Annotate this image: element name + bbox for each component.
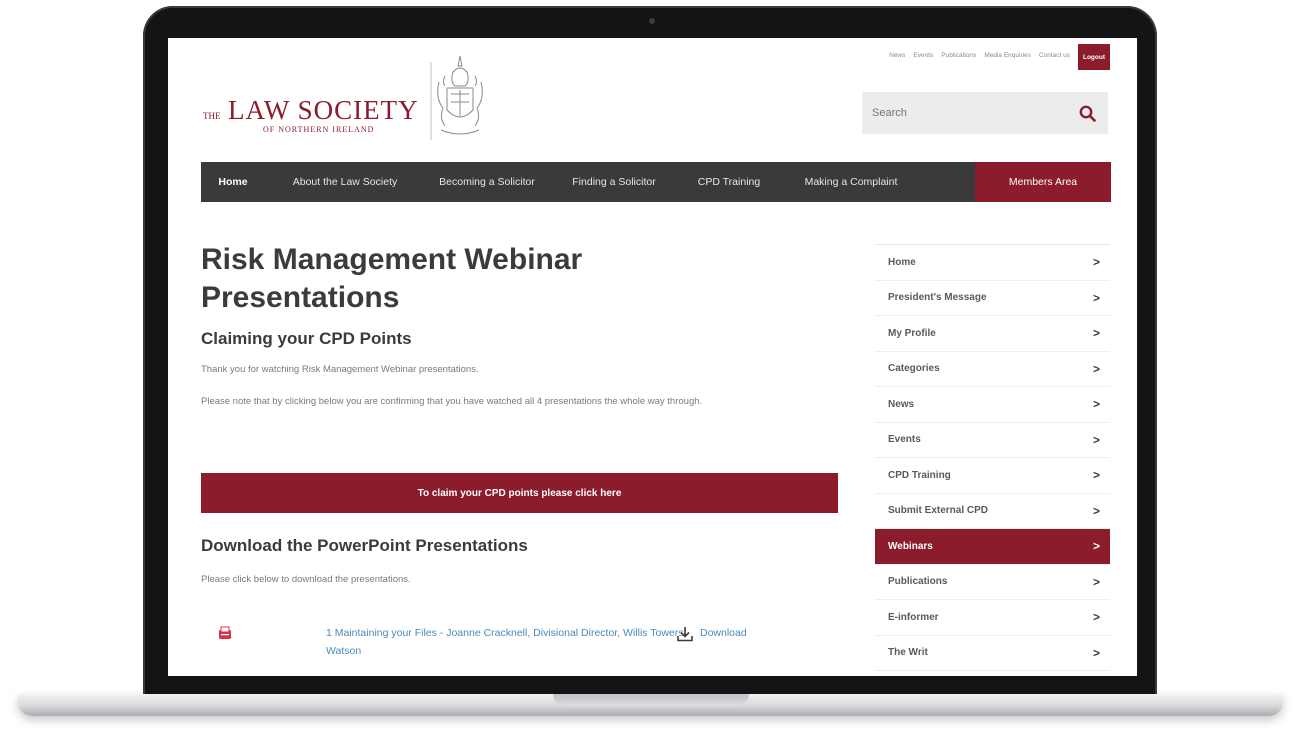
logout-button[interactable]: Logout	[1078, 44, 1110, 70]
search-box	[862, 92, 1108, 134]
main-nav: Home About the Law Society Becoming a So…	[201, 162, 1111, 202]
utility-link-media[interactable]: Media Enquiries	[984, 52, 1031, 59]
chevron-right-icon: >	[1092, 397, 1100, 412]
nav-making-complaint[interactable]: Making a Complaint	[779, 162, 923, 202]
sidebar-item-label: The Writ	[888, 647, 928, 659]
browser-screen: News Events Publications Media Enquiries…	[168, 38, 1137, 676]
sidebar-item-news[interactable]: News >	[875, 387, 1110, 423]
chevron-right-icon: >	[1092, 290, 1100, 305]
download-icon[interactable]	[676, 626, 694, 642]
logo-the: THE	[203, 111, 221, 121]
search-button[interactable]	[1066, 92, 1108, 134]
download-heading: Download the PowerPoint Presentations	[201, 536, 528, 555]
claim-cpd-button[interactable]: To claim your CPD points please click he…	[201, 473, 838, 513]
site-logo[interactable]: THE LAW SOCIETY OF NORTHERN IRELAND	[203, 95, 443, 145]
sidebar-item-label: E-informer	[888, 611, 939, 623]
sidebar-item-cpd-training[interactable]: CPD Training >	[875, 458, 1110, 494]
sidebar-item-events[interactable]: Events >	[875, 423, 1110, 458]
sidebar-item-submit-external-cpd[interactable]: Submit External CPD >	[875, 494, 1110, 529]
sidebar-item-the-writ[interactable]: The Writ >	[875, 636, 1110, 671]
chevron-right-icon: >	[1092, 503, 1100, 518]
sidebar-item-label: Home	[888, 256, 916, 268]
sidebar-item-label: My Profile	[888, 327, 936, 339]
page-title: Risk Management Webinar Presentations	[201, 243, 583, 314]
nav-home[interactable]: Home	[201, 162, 265, 202]
sidebar-item-presidents-message[interactable]: President's Message >	[875, 281, 1110, 316]
file-link[interactable]: 1 Maintaining your Files - Joanne Crackn…	[326, 624, 686, 660]
sidebar-item-label: President's Message	[888, 292, 987, 304]
sidebar-item-label: Events	[888, 434, 921, 446]
camera-dot	[649, 18, 655, 24]
search-input[interactable]	[862, 92, 1062, 134]
sidebar-item-my-profile[interactable]: My Profile >	[875, 316, 1110, 352]
logo-main: LAW SOCIETY	[228, 95, 419, 125]
nav-becoming-solicitor[interactable]: Becoming a Solicitor	[425, 162, 549, 202]
sidebar-item-label: CPD Training	[888, 469, 951, 481]
sidebar-item-label: News	[888, 398, 915, 410]
note-text: Please note that by clicking below you a…	[201, 396, 703, 407]
nav-finding-solicitor[interactable]: Finding a Solicitor	[549, 162, 679, 202]
utility-link-events[interactable]: Events	[913, 52, 933, 59]
file-row: 1 Maintaining your Files - Joanne Crackn…	[201, 622, 841, 662]
sidebar-item-label: Submit External CPD	[888, 505, 989, 517]
pdf-icon	[219, 626, 231, 639]
utility-link-news[interactable]: News	[889, 52, 905, 59]
sidebar-item-e-informer[interactable]: E-informer >	[875, 600, 1110, 636]
sidebar-item-label: Webinars	[888, 540, 933, 552]
search-icon	[1079, 105, 1096, 122]
chevron-right-icon: >	[1092, 432, 1100, 447]
sidebar-item-webinars[interactable]: Webinars >	[875, 529, 1110, 565]
chevron-right-icon: >	[1092, 468, 1100, 483]
chevron-right-icon: >	[1092, 326, 1100, 341]
chevron-right-icon: >	[1092, 255, 1100, 270]
logo-sub: OF NORTHERN IRELAND	[263, 125, 375, 134]
main-content: Risk Management Webinar Presentations Cl…	[201, 241, 841, 409]
sidebar-item-categories[interactable]: Categories >	[875, 352, 1110, 387]
sidebar-item-publications[interactable]: Publications >	[875, 565, 1110, 600]
claim-heading: Claiming your CPD Points	[201, 329, 412, 348]
sidebar-item-home[interactable]: Home >	[875, 245, 1110, 281]
download-link[interactable]: Download	[700, 627, 747, 639]
chevron-right-icon: >	[1092, 539, 1100, 554]
chevron-right-icon: >	[1092, 645, 1100, 660]
sidebar-item-label: Publications	[888, 576, 948, 588]
download-intro: Please click below to download the prese…	[201, 574, 411, 585]
sidebar-item-label: Categories	[888, 363, 940, 375]
crest-icon	[430, 55, 483, 140]
members-sidebar: Home > President's Message > My Profile …	[875, 244, 1110, 671]
laptop-notch	[553, 694, 749, 706]
nav-cpd-training[interactable]: CPD Training	[679, 162, 779, 202]
chevron-right-icon: >	[1092, 574, 1100, 589]
thanks-text: Thank you for watching Risk Management W…	[201, 364, 479, 375]
utility-link-publications[interactable]: Publications	[941, 52, 976, 59]
nav-members-area[interactable]: Members Area	[975, 162, 1111, 202]
utility-link-contact[interactable]: Contact us	[1039, 52, 1070, 59]
nav-about[interactable]: About the Law Society	[265, 162, 425, 202]
utility-nav: News Events Publications Media Enquiries…	[889, 44, 1110, 70]
chevron-right-icon: >	[1092, 361, 1100, 376]
chevron-right-icon: >	[1092, 610, 1100, 625]
